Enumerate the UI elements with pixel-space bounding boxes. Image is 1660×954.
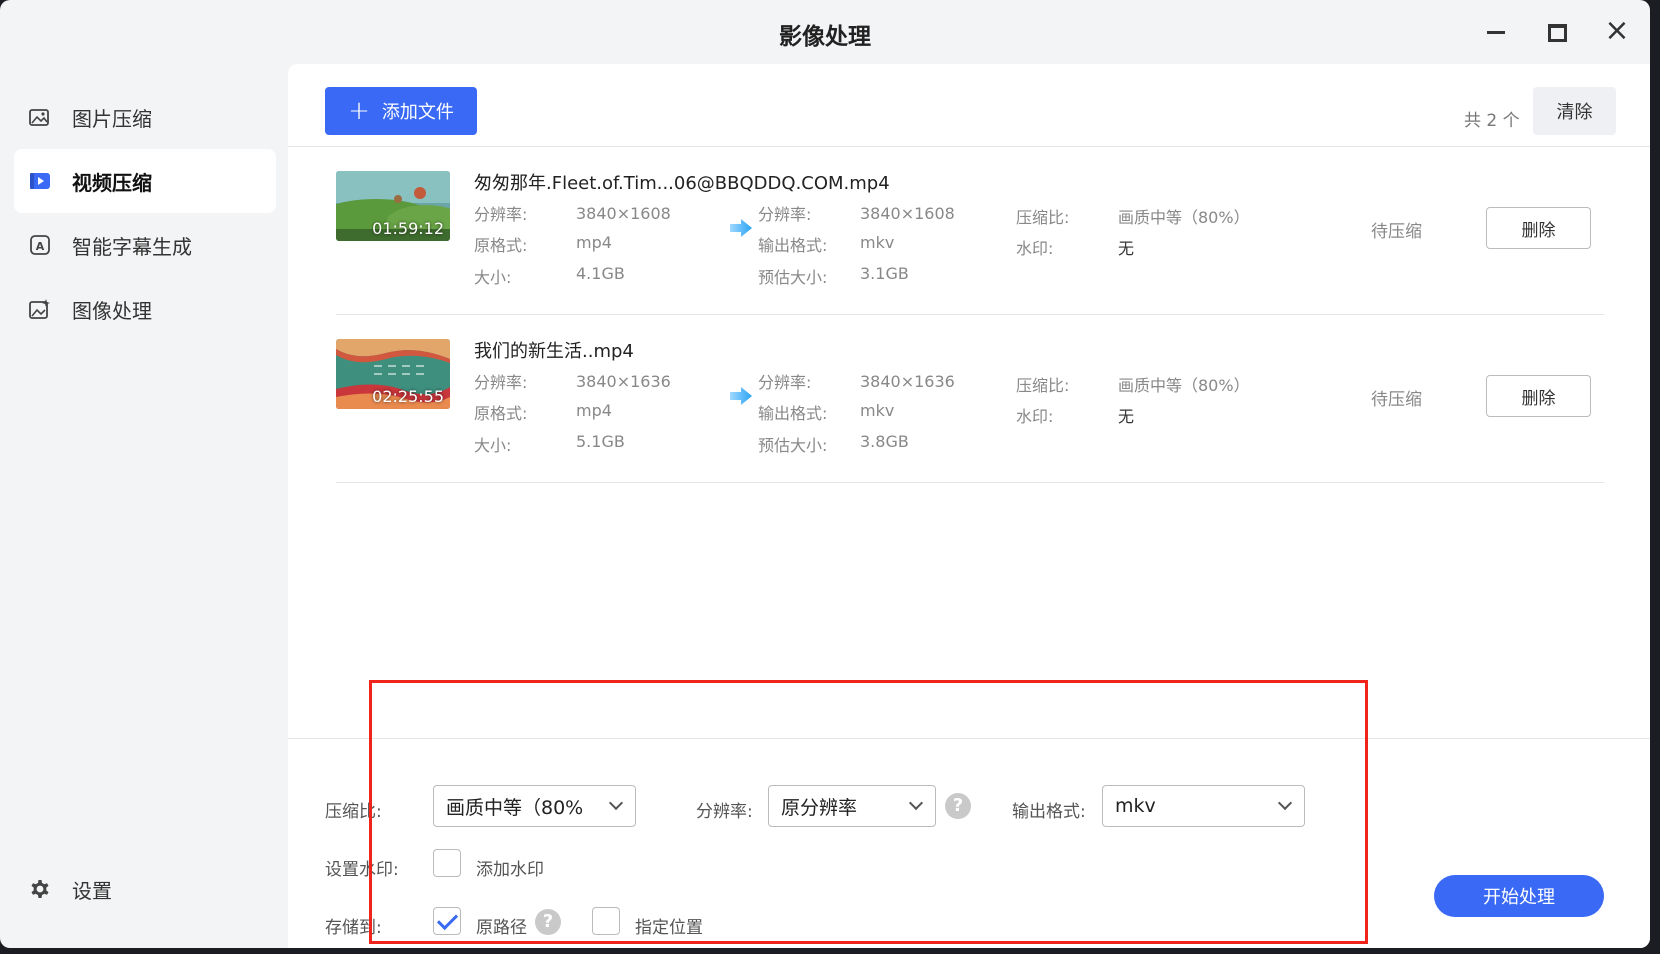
estimated-size-label: 预估大小: — [758, 268, 828, 287]
image-edit-icon — [28, 297, 52, 321]
output-format: mkv — [860, 401, 895, 420]
output-format-label: 输出格式: — [758, 236, 828, 255]
plus-icon: + — [348, 96, 370, 126]
ratio-select-value: 画质中等（80% — [446, 796, 584, 819]
source-format: mp4 — [576, 233, 612, 252]
original-path-checkbox[interactable] — [433, 907, 461, 935]
svg-text:A: A — [36, 240, 45, 253]
chevron-down-icon — [1277, 795, 1293, 811]
resolution-select-value: 原分辨率 — [781, 796, 858, 819]
image-compress-icon — [28, 105, 52, 129]
sidebar-item-video-compress[interactable]: 视频压缩 — [14, 149, 276, 213]
sidebar-item-label: 视频压缩 — [72, 170, 152, 195]
video-compress-icon — [28, 169, 52, 193]
output-resolution: 3840×1608 — [860, 204, 955, 223]
status-text: 待压缩 — [1371, 390, 1422, 410]
video-thumbnail: 02:25:55 — [336, 339, 450, 409]
status-text: 待压缩 — [1371, 222, 1422, 242]
sidebar-item-label: 智能字幕生成 — [72, 234, 192, 259]
size-label: 大小: — [474, 268, 512, 287]
sidebar-item-image-compress[interactable]: 图片压缩 — [14, 85, 276, 149]
sidebar-item-label: 图像处理 — [72, 298, 152, 323]
arrow-right-icon — [728, 385, 754, 407]
watermark-value: 无 — [1118, 407, 1135, 426]
add-watermark-label: 添加水印 — [476, 860, 544, 880]
watermark-value: 无 — [1118, 239, 1135, 258]
watermark-label: 水印: — [1016, 239, 1054, 258]
watermark-setting-label: 设置水印: — [325, 860, 399, 880]
output-format-select[interactable]: mkv — [1102, 785, 1305, 827]
source-format-label: 原格式: — [474, 236, 528, 255]
sidebar-item-label: 图片压缩 — [72, 106, 152, 131]
sidebar-item-subtitle[interactable]: A 智能字幕生成 — [14, 213, 276, 277]
watermark-label: 水印: — [1016, 407, 1054, 426]
video-thumbnail: 01:59:12 — [336, 171, 450, 241]
sidebar-item-image-edit[interactable]: 图像处理 — [14, 277, 276, 341]
save-to-label: 存储到: — [325, 918, 382, 938]
source-size: 4.1GB — [576, 264, 625, 283]
resolution-select[interactable]: 原分辨率 — [768, 785, 936, 827]
window-title: 影像处理 — [779, 24, 871, 50]
source-format: mp4 — [576, 401, 612, 420]
chevron-down-icon — [908, 795, 924, 811]
estimated-size: 3.8GB — [860, 432, 909, 451]
source-format-label: 原格式: — [474, 404, 528, 423]
ratio-select[interactable]: 画质中等（80% — [433, 785, 636, 827]
file-count: 共 2 个 — [1464, 111, 1520, 131]
resolution-label: 分辨率: — [758, 205, 812, 224]
output-resolution: 3840×1636 — [860, 372, 955, 391]
minimize-icon[interactable] — [1481, 16, 1511, 46]
video-duration: 01:59:12 — [372, 219, 444, 238]
delete-button[interactable]: 删除 — [1486, 375, 1591, 417]
video-duration: 02:25:55 — [372, 387, 444, 406]
size-label: 大小: — [474, 436, 512, 455]
subtitle-icon: A — [28, 233, 52, 257]
file-name: 匆匆那年.Fleet.of.Tim...06@BBQDDQ.COM.mp4 — [474, 173, 890, 194]
file-row: 01:59:12 匆匆那年.Fleet.of.Tim...06@BBQDDQ.C… — [336, 147, 1604, 315]
delete-button[interactable]: 删除 — [1486, 207, 1591, 249]
ratio-label: 压缩比: — [1016, 376, 1070, 395]
arrow-right-icon — [728, 217, 754, 239]
output-format-select-value: mkv — [1115, 795, 1156, 817]
clear-button[interactable]: 清除 — [1533, 87, 1616, 135]
settings-label: 设置 — [72, 878, 112, 903]
gear-icon — [28, 877, 52, 901]
compression-ratio: 画质中等（80%） — [1118, 208, 1250, 227]
format-setting-label: 输出格式: — [1012, 802, 1086, 822]
maximize-icon[interactable] — [1541, 16, 1571, 46]
source-resolution: 3840×1636 — [576, 372, 671, 391]
ratio-label: 压缩比: — [1016, 208, 1070, 227]
app-window: 影像处理 × 图片压缩 视频压缩 A 智能字幕生成 图像处理 设置 + 添加文件… — [0, 0, 1650, 948]
chevron-down-icon — [608, 795, 624, 811]
estimated-size: 3.1GB — [860, 264, 909, 283]
add-file-button[interactable]: + 添加文件 — [325, 87, 477, 135]
source-resolution: 3840×1608 — [576, 204, 671, 223]
source-size: 5.1GB — [576, 432, 625, 451]
help-icon[interactable]: ? — [535, 909, 561, 935]
output-format: mkv — [860, 233, 895, 252]
estimated-size-label: 预估大小: — [758, 436, 828, 455]
add-watermark-checkbox[interactable] — [433, 849, 461, 877]
title-bar: 影像处理 × — [0, 0, 1650, 64]
ratio-setting-label: 压缩比: — [325, 802, 382, 822]
resolution-label: 分辨率: — [758, 373, 812, 392]
settings-button[interactable]: 设置 — [14, 864, 112, 914]
custom-location-checkbox[interactable] — [592, 907, 620, 935]
compression-ratio: 画质中等（80%） — [1118, 376, 1250, 395]
output-format-label: 输出格式: — [758, 404, 828, 423]
original-path-label: 原路径 — [476, 918, 527, 938]
resolution-label: 分辨率: — [474, 373, 528, 392]
sidebar: 图片压缩 视频压缩 A 智能字幕生成 图像处理 设置 — [0, 64, 288, 948]
close-icon[interactable]: × — [1602, 16, 1632, 46]
custom-location-label: 指定位置 — [635, 918, 703, 938]
main-panel: + 添加文件 共 2 个 清除 01:59:12 匆匆那年.Fleet.of.T… — [288, 64, 1650, 948]
help-icon[interactable]: ? — [945, 793, 971, 819]
file-name: 我们的新生活..mp4 — [474, 341, 634, 362]
settings-panel: 压缩比: 画质中等（80% 分辨率: 原分辨率 ? 输出格式: mkv 设置水印… — [288, 738, 1650, 948]
resolution-setting-label: 分辨率: — [696, 802, 753, 822]
add-file-label: 添加文件 — [381, 102, 454, 123]
start-button[interactable]: 开始处理 — [1434, 875, 1604, 917]
resolution-label: 分辨率: — [474, 205, 528, 224]
file-row: 02:25:55 我们的新生活..mp4 分辨率: 3840×1636 原格式:… — [336, 315, 1604, 483]
